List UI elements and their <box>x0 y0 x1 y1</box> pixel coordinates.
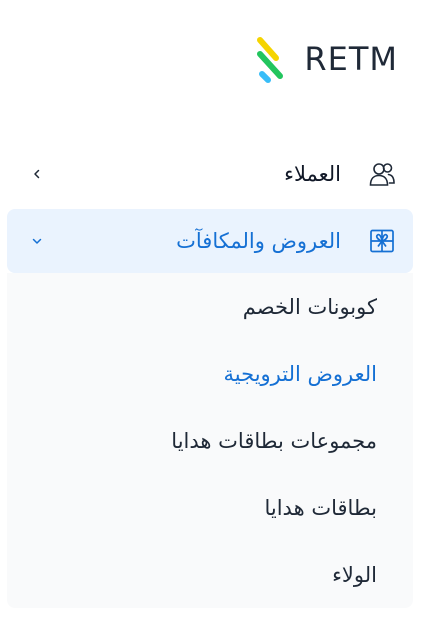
sidebar-item-offers-rewards[interactable]: العروض والمكافآت <box>7 209 413 273</box>
sidebar-item-label: العملاء <box>284 162 341 186</box>
sidebar-subitem-gift-cards[interactable]: بطاقات هدايا <box>7 474 413 541</box>
sidebar-subitem-label: الولاء <box>332 562 377 587</box>
users-icon <box>369 163 395 186</box>
sidebar-subitem-label: مجموعات بطاقات هدايا <box>171 428 377 453</box>
submenu-offers-rewards: كوبونات الخصم العروض الترويجية مجموعات ب… <box>7 273 413 608</box>
sidebar-subitem-label: كوبونات الخصم <box>242 294 377 319</box>
gift-icon <box>370 229 394 253</box>
sidebar-subitem-label: بطاقات هدايا <box>264 495 377 520</box>
sidebar-subitem-loyalty[interactable]: الولاء <box>7 541 413 608</box>
brand-name: RETM <box>304 40 398 78</box>
sidebar-menu: العملاء العروض والمكافآت كوبونات الخصم ا… <box>7 142 413 608</box>
chevron-left-icon[interactable] <box>31 168 43 180</box>
sidebar-subitem-discount-coupons[interactable]: كوبونات الخصم <box>7 273 413 340</box>
sidebar-subitem-gift-card-groups[interactable]: مجموعات بطاقات هدايا <box>7 407 413 474</box>
sidebar-subitem-promotions[interactable]: العروض الترويجية <box>7 340 413 407</box>
chevron-down-icon[interactable] <box>31 235 43 247</box>
logo-stripes-icon <box>257 37 284 83</box>
brand-logo[interactable]: RETM <box>254 34 398 84</box>
sidebar-subitem-label: العروض الترويجية <box>223 361 377 386</box>
sidebar-item-customers[interactable]: العملاء <box>7 142 413 206</box>
sidebar-item-label: العروض والمكافآت <box>176 229 341 253</box>
